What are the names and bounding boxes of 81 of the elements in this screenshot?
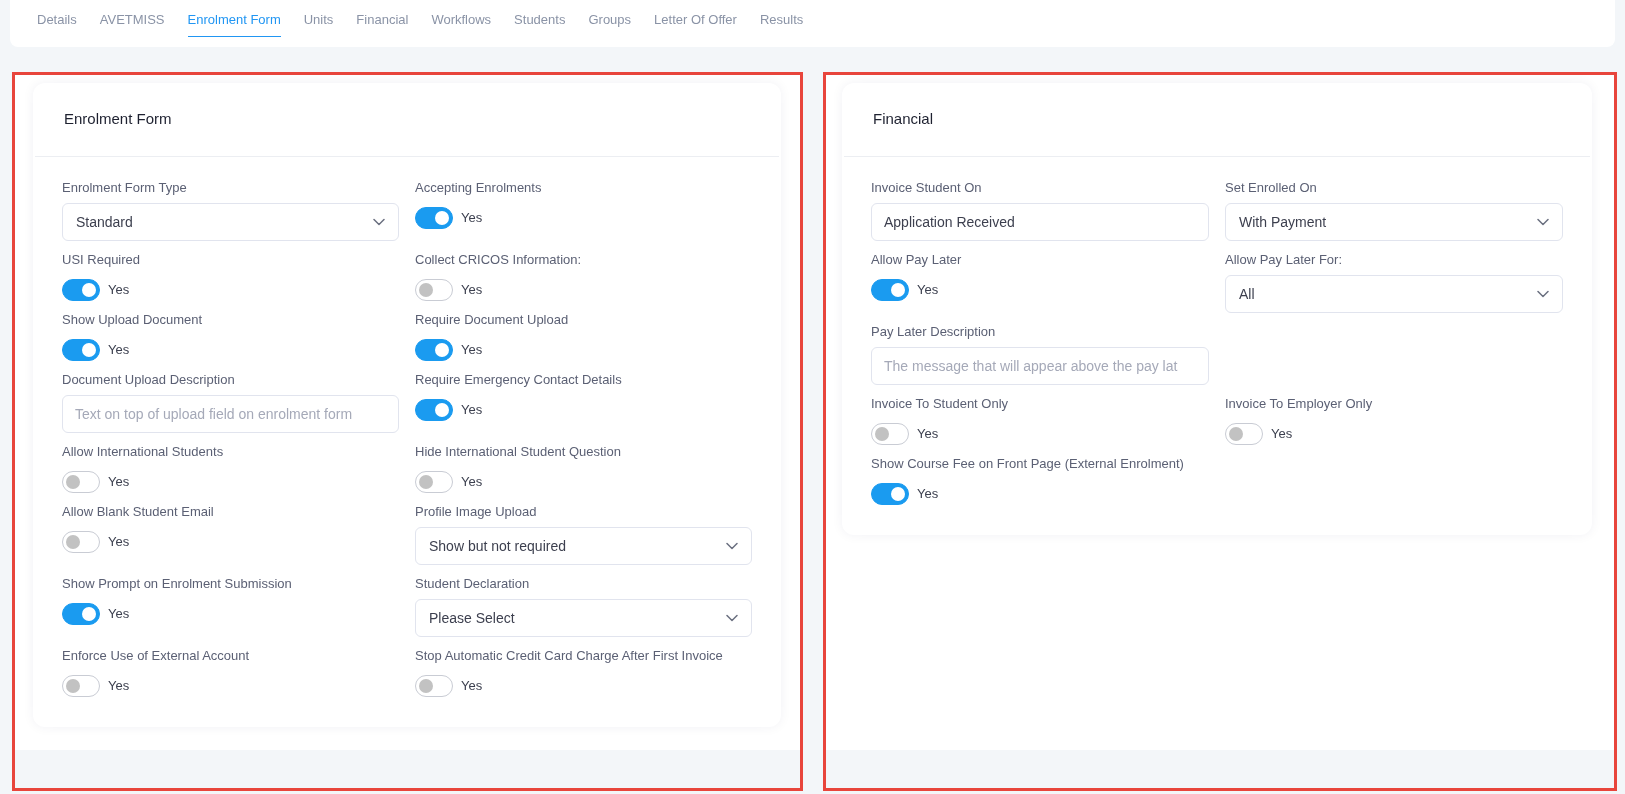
toggle-label: Yes — [461, 401, 483, 420]
toggle-switch[interactable] — [62, 471, 100, 493]
field-label: Document Upload Description — [62, 371, 236, 389]
toggle-switch[interactable] — [415, 675, 453, 697]
toggle-label: Yes — [1271, 425, 1293, 444]
field-label: Pay Later Description — [871, 323, 997, 341]
field-label: Show Prompt on Enrolment Submission — [62, 575, 293, 593]
toggle-switch[interactable] — [62, 603, 100, 625]
toggle-label: Yes — [461, 341, 483, 360]
toggle-switch[interactable] — [415, 339, 453, 361]
toggle-switch[interactable] — [415, 279, 453, 301]
field-label: Show Upload Document — [62, 311, 204, 329]
field-label: Require Emergency Contact Details — [415, 371, 623, 389]
toggle-label: Yes — [108, 341, 130, 360]
field-label: Allow Pay Later — [871, 251, 963, 269]
chevron-down-icon — [726, 614, 738, 622]
chevron-down-icon — [373, 218, 385, 226]
toggle-switch[interactable] — [871, 483, 909, 505]
toggle-label: Yes — [917, 425, 939, 444]
field-label: Student Declaration — [415, 575, 531, 593]
tab[interactable]: AVETMISS — [99, 0, 165, 37]
tab[interactable]: Results — [759, 0, 804, 37]
toggle-label: Yes — [917, 485, 939, 504]
toggle-label: Yes — [461, 473, 483, 492]
field-label: Enrolment Form Type — [62, 179, 188, 197]
chevron-down-icon — [1537, 290, 1549, 298]
field-label: Allow Pay Later For: — [1225, 251, 1344, 269]
field-label: Invoice To Student Only — [871, 395, 1010, 413]
chevron-down-icon — [726, 542, 738, 550]
select-field[interactable]: Please Select — [415, 599, 752, 637]
select-field[interactable]: Standard — [62, 203, 399, 241]
input-field[interactable]: The message that will appear above the pay lat — [871, 347, 1209, 385]
field-label: Invoice To Employer Only — [1225, 395, 1374, 413]
field-label: Stop Automatic Credit Card Charge After First Invoice — [415, 647, 724, 665]
toggle-switch[interactable] — [62, 675, 100, 697]
toggle-switch[interactable] — [62, 339, 100, 361]
field-label: Profile Image Upload — [415, 503, 538, 521]
select-field[interactable]: With Payment — [1225, 203, 1563, 241]
toggle-switch[interactable] — [62, 279, 100, 301]
chevron-down-icon — [1537, 218, 1549, 226]
toggle-switch[interactable] — [415, 207, 453, 229]
toggle-label: Yes — [917, 281, 939, 300]
field-label: Set Enrolled On — [1225, 179, 1318, 197]
toggle-switch[interactable] — [415, 471, 453, 493]
toggle-label: Yes — [461, 281, 483, 300]
field-label: Require Document Upload — [415, 311, 570, 329]
toggle-switch[interactable] — [1225, 423, 1263, 445]
card-title: Enrolment Form — [64, 109, 172, 130]
input-field[interactable]: Text on top of upload field on enrolment form — [62, 395, 399, 433]
tab[interactable]: Details — [37, 0, 77, 37]
select-field[interactable]: All — [1225, 275, 1563, 313]
field-label: Enforce Use of External Account — [62, 647, 251, 665]
tab[interactable]: Units — [303, 0, 334, 37]
tab[interactable]: Letter Of Offer — [654, 0, 737, 37]
toggle-switch[interactable] — [871, 279, 909, 301]
toggle-label: Yes — [108, 677, 130, 696]
tab[interactable]: Students — [514, 0, 566, 37]
toggle-label: Yes — [108, 533, 130, 552]
field-label: Allow International Students — [62, 443, 225, 461]
field-label: Collect CRICOS Information: — [415, 251, 583, 269]
field-label: Hide International Student Question — [415, 443, 622, 461]
toggle-label: Yes — [108, 281, 130, 300]
toggle-switch[interactable] — [62, 531, 100, 553]
tab[interactable]: Workflows — [431, 0, 492, 37]
field-label: Accepting Enrolments — [415, 179, 543, 197]
field-label: Show Course Fee on Front Page (External Enrolment) — [871, 455, 1185, 473]
tab[interactable]: Financial — [356, 0, 409, 37]
card-title: Financial — [873, 109, 934, 130]
toggle-label: Yes — [461, 209, 483, 228]
tab[interactable]: Groups — [588, 0, 632, 37]
toggle-switch[interactable] — [871, 423, 909, 445]
field-label: Invoice Student On — [871, 179, 983, 197]
field-label: Allow Blank Student Email — [62, 503, 215, 521]
select-field[interactable]: Show but not required — [415, 527, 752, 565]
field-label: USI Required — [62, 251, 142, 269]
toggle-switch[interactable] — [415, 399, 453, 421]
tab[interactable]: Enrolment Form — [187, 0, 281, 37]
input-field[interactable]: Application Received — [871, 203, 1209, 241]
toggle-label: Yes — [461, 677, 483, 696]
toggle-label: Yes — [108, 605, 130, 624]
toggle-label: Yes — [108, 473, 130, 492]
